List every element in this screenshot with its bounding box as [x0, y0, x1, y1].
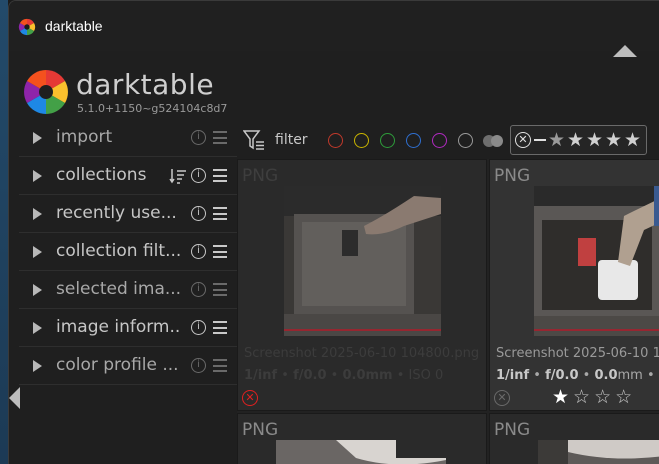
- module-import[interactable]: import i: [19, 119, 237, 157]
- thumbnail-filename: Screenshot 2025-06-10 1: [496, 346, 659, 361]
- module-color-profile[interactable]: color profile ... i: [19, 347, 237, 385]
- collapse-left-panel-icon[interactable]: [9, 387, 20, 409]
- file-extension-label: PNG: [242, 420, 279, 440]
- thumbnail-image: [538, 440, 659, 464]
- expand-arrow-icon[interactable]: [33, 132, 42, 144]
- presets-menu-icon[interactable]: [213, 321, 227, 334]
- rating-range-filter[interactable]: ✕ ★ ★ ★ ★ ★: [510, 125, 647, 155]
- info-icon[interactable]: i: [191, 168, 206, 183]
- desktop-edge: [0, 0, 8, 464]
- star-outline-icon[interactable]: ☆: [573, 386, 594, 408]
- info-icon[interactable]: i: [191, 130, 206, 145]
- thumbnail-image: [276, 440, 446, 464]
- app-logo-area: darktable 5.1.0+1150~g524104c8d7: [9, 61, 239, 121]
- star-icon[interactable]: ★: [605, 129, 622, 151]
- thumbnail-image: [534, 186, 659, 336]
- filter-label: filter: [275, 132, 308, 148]
- darktable-logo-icon: [24, 70, 68, 114]
- module-label: image inform...: [56, 317, 182, 337]
- info-icon[interactable]: i: [191, 320, 206, 335]
- star-icon[interactable]: ★: [567, 129, 584, 151]
- presets-menu-icon[interactable]: [213, 169, 227, 182]
- info-icon[interactable]: i: [191, 244, 206, 259]
- expand-arrow-icon[interactable]: [33, 208, 42, 220]
- sort-icon[interactable]: [169, 167, 187, 185]
- star-icon[interactable]: ★: [548, 129, 565, 151]
- left-panel: import i collections i recently use... i…: [19, 119, 237, 387]
- module-label: recently use...: [56, 203, 177, 223]
- module-collection-filters[interactable]: collection filt... i: [19, 233, 237, 271]
- module-collections[interactable]: collections i: [19, 157, 237, 195]
- color-label-red-toggle[interactable]: [328, 133, 343, 148]
- star-icon[interactable]: ★: [586, 129, 603, 151]
- color-label-purple-toggle[interactable]: [432, 133, 447, 148]
- file-extension-label: PNG: [242, 166, 279, 186]
- color-label-blue-toggle[interactable]: [406, 133, 421, 148]
- thumbnail-rating[interactable]: ★☆☆☆: [552, 386, 636, 408]
- expand-arrow-icon[interactable]: [33, 246, 42, 258]
- thumbnail[interactable]: PNG: [489, 413, 659, 464]
- title-bar[interactable]: darktable: [9, 1, 659, 57]
- app-window: darktable darktable 5.1.0+1150~g524104c8…: [8, 0, 659, 464]
- module-label: color profile ...: [56, 355, 179, 375]
- window-title: darktable: [45, 18, 103, 34]
- module-selected-images[interactable]: selected ima... i: [19, 271, 237, 309]
- info-icon[interactable]: i: [191, 358, 206, 373]
- thumbnail-exif: 1/inf • f/0.0 • 0.0mm • IS: [496, 368, 659, 383]
- presets-menu-icon[interactable]: [213, 283, 227, 296]
- presets-menu-icon[interactable]: [213, 245, 227, 258]
- module-image-information[interactable]: image inform... i: [19, 309, 237, 347]
- expand-arrow-icon[interactable]: [33, 322, 42, 334]
- file-extension-label: PNG: [494, 166, 531, 186]
- thumbnail[interactable]: PNG Screenshot 2025-06-10 1 1/inf • f/0.…: [489, 159, 659, 411]
- presets-menu-icon[interactable]: [213, 207, 227, 220]
- reject-icon[interactable]: ✕: [515, 132, 531, 148]
- thumbnail[interactable]: PNG: [237, 413, 487, 464]
- logo-wordmark: darktable: [76, 68, 215, 101]
- info-icon[interactable]: i: [191, 206, 206, 221]
- presets-menu-icon[interactable]: [213, 359, 227, 372]
- module-label: import: [56, 127, 113, 147]
- color-label-yellow-toggle[interactable]: [354, 133, 369, 148]
- star-icon[interactable]: ★: [624, 129, 641, 151]
- expand-arrow-icon[interactable]: [33, 170, 42, 182]
- version-label: 5.1.0+1150~g524104c8d7: [77, 102, 228, 115]
- color-label-gray-toggle[interactable]: [458, 133, 473, 148]
- thumbnail[interactable]: PNG Screenshot 2025-06-10 104800.png 1/i…: [237, 159, 487, 411]
- darktable-app-icon: [18, 18, 36, 36]
- color-label-and-or-icon[interactable]: [482, 133, 504, 149]
- not-rated-icon[interactable]: [534, 139, 546, 141]
- filter-toolbar: filter ✕ ★ ★ ★ ★ ★: [237, 121, 659, 159]
- module-recently-used[interactable]: recently use... i: [19, 195, 237, 233]
- module-label: collection filt...: [56, 241, 182, 261]
- module-label: collections: [56, 165, 147, 185]
- presets-menu-icon[interactable]: [213, 131, 227, 144]
- thumbnail-image: [284, 186, 441, 336]
- reject-icon[interactable]: ✕: [494, 390, 510, 406]
- collapse-top-panel-icon[interactable]: [613, 45, 637, 57]
- expand-arrow-icon[interactable]: [33, 360, 42, 372]
- info-icon[interactable]: i: [191, 282, 206, 297]
- expand-arrow-icon[interactable]: [33, 284, 42, 296]
- color-label-green-toggle[interactable]: [380, 133, 395, 148]
- thumbnail-filename: Screenshot 2025-06-10 104800.png: [244, 346, 480, 361]
- module-label: selected ima...: [56, 279, 182, 299]
- star-outline-icon[interactable]: ☆: [615, 386, 636, 408]
- filter-funnel-icon[interactable]: [243, 129, 265, 151]
- file-extension-label: PNG: [494, 420, 531, 440]
- star-outline-icon[interactable]: ☆: [594, 386, 615, 408]
- star-icon[interactable]: ★: [552, 386, 573, 408]
- thumbnail-exif: 1/inf • f/0.0 • 0.0mm • ISO 0: [244, 368, 444, 383]
- lighttable-grid: PNG Screenshot 2025-06-10 104800.png 1/i…: [237, 159, 659, 464]
- reject-icon[interactable]: ✕: [242, 390, 258, 406]
